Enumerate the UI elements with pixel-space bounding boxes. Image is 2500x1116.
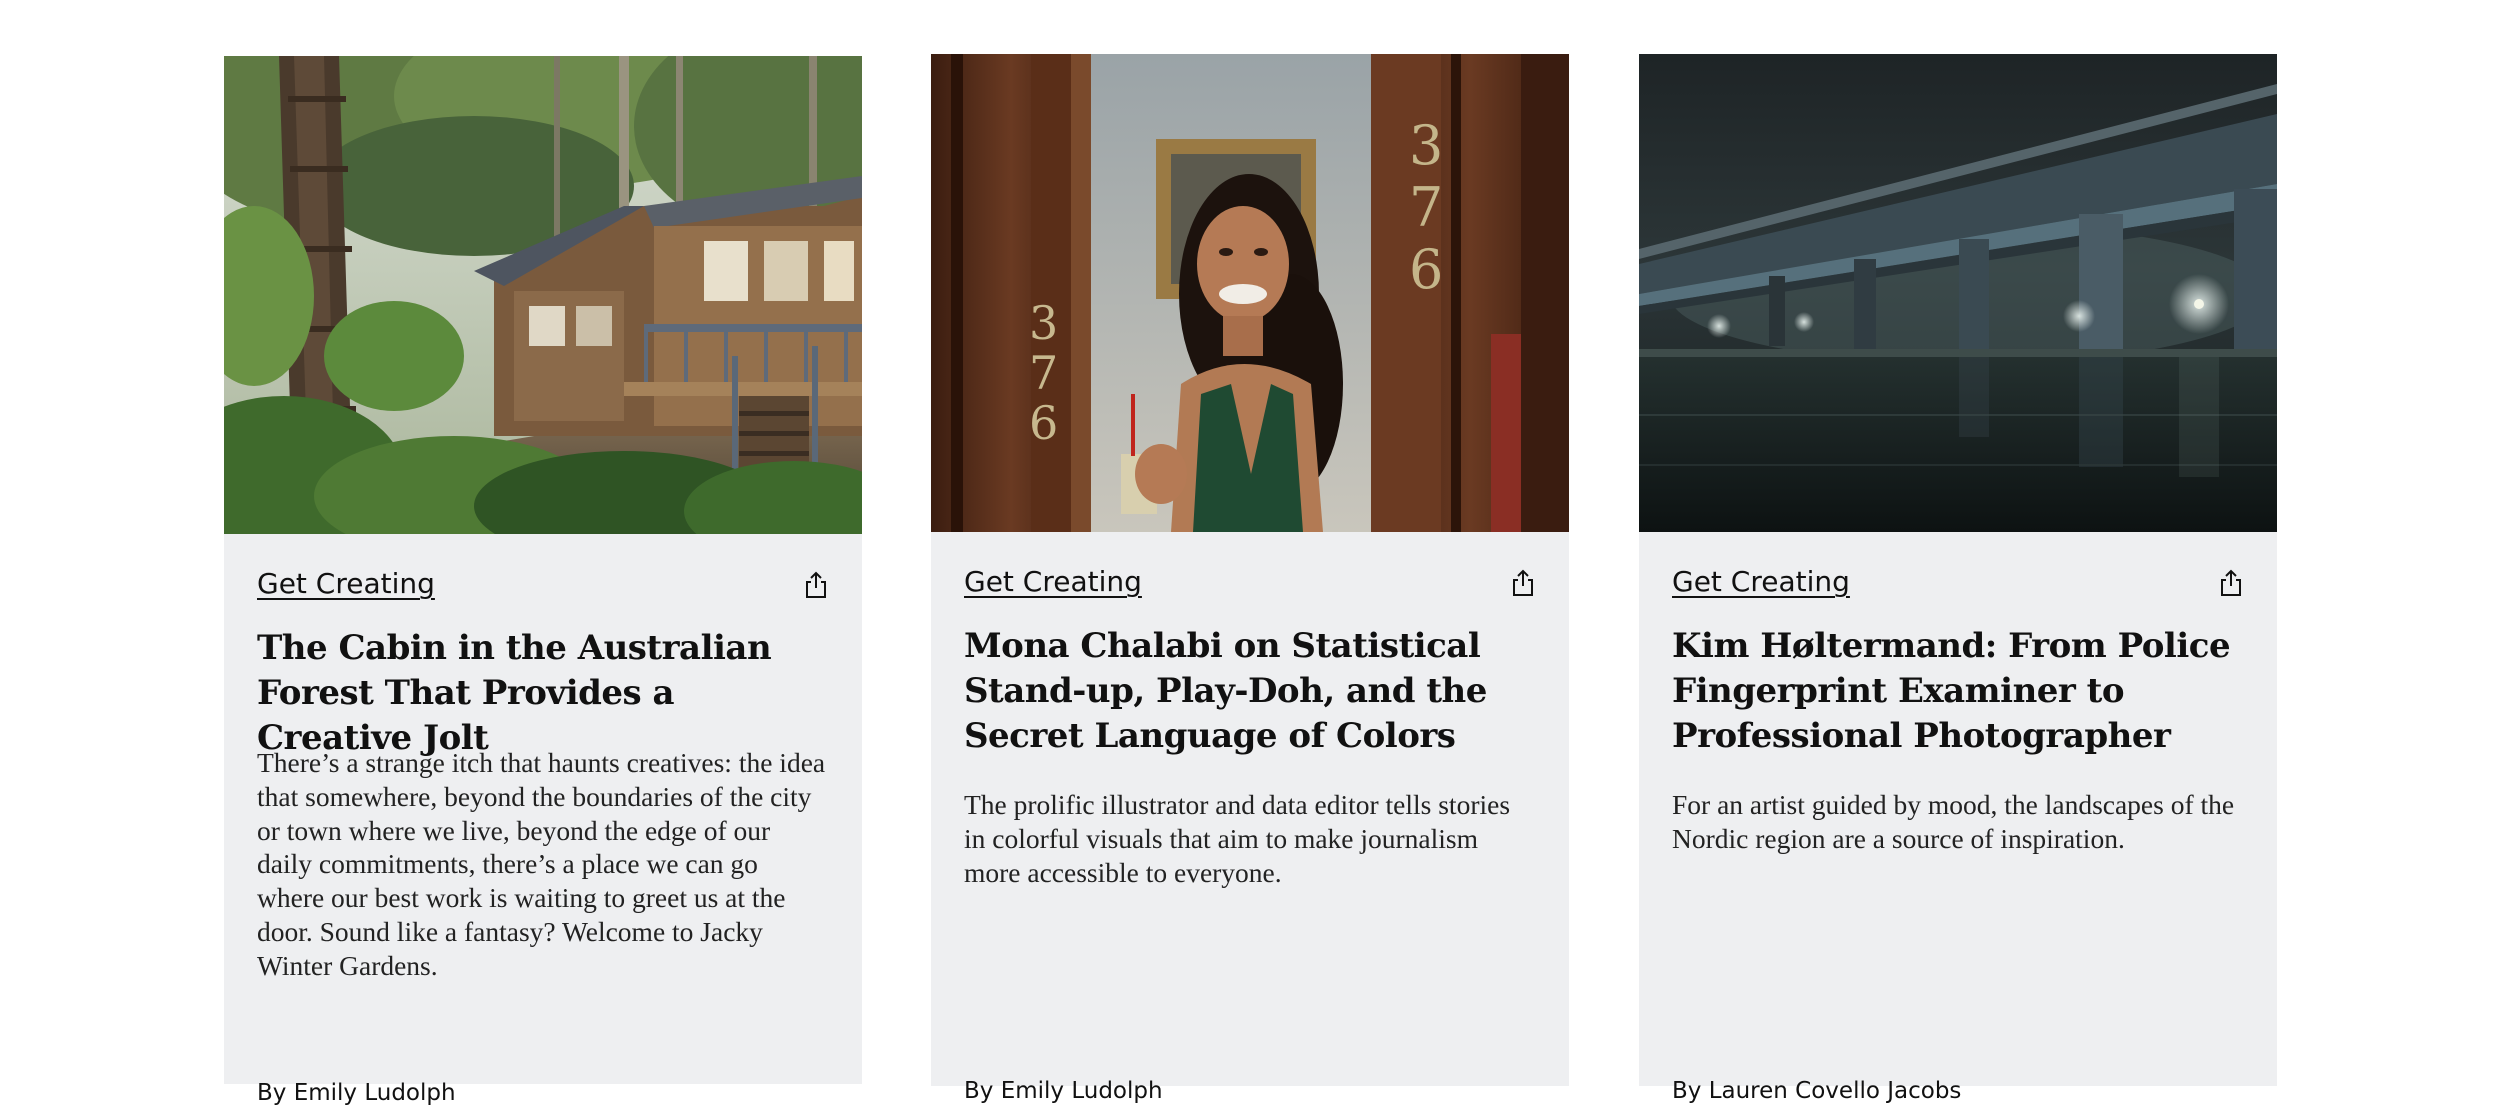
article-summary: The prolific illustrator and data editor… bbox=[964, 789, 1511, 888]
share-icon bbox=[806, 571, 826, 598]
article-title[interactable]: The Cabin in the Australian Forest That … bbox=[257, 626, 831, 761]
article-image-bridge[interactable] bbox=[1639, 54, 2277, 532]
share-icon bbox=[1513, 569, 1533, 596]
article-card[interactable]: Get Creating Kim Høltermand: From Police… bbox=[1639, 54, 2277, 1104]
article-byline: By Emily Ludolph bbox=[257, 1080, 456, 1106]
article-summary: There’s a strange itch that haunts creat… bbox=[257, 747, 826, 981]
article-card[interactable]: Get Creating The Cabin in the Australian… bbox=[224, 56, 862, 1106]
share-button[interactable] bbox=[2216, 568, 2246, 598]
article-title[interactable]: Mona Chalabi on Statistical Stand-up, Pl… bbox=[964, 624, 1538, 759]
share-button[interactable] bbox=[1508, 568, 1538, 598]
article-byline: By Emily Ludolph bbox=[964, 1078, 1163, 1104]
card-content: Get Creating Kim Høltermand: From Police… bbox=[1672, 532, 2246, 1104]
article-summary: For an artist guided by mood, the landsc… bbox=[1672, 789, 2235, 854]
category-link[interactable]: Get Creating bbox=[964, 564, 1142, 600]
card-content: Get Creating The Cabin in the Australian… bbox=[257, 534, 831, 1106]
article-byline: By Lauren Covello Jacobs bbox=[1672, 1078, 1962, 1104]
door-number-digit: 7 bbox=[1409, 176, 1443, 239]
door-number-digit: 6 bbox=[1409, 238, 1443, 301]
share-icon bbox=[2221, 569, 2241, 596]
cabin-forest-photo bbox=[224, 56, 862, 534]
door-number-digit: 6 bbox=[1029, 396, 1058, 450]
bridge-night-photo bbox=[1639, 54, 2277, 532]
article-card[interactable]: 3 7 6 3 7 6 Get Creating Mona Chalabi on… bbox=[931, 54, 1569, 1104]
share-button[interactable] bbox=[801, 570, 831, 600]
article-card-grid: Get Creating The Cabin in the Australian… bbox=[224, 54, 2277, 1106]
category-link[interactable]: Get Creating bbox=[1672, 564, 1850, 600]
door-number-digit: 3 bbox=[1029, 296, 1058, 350]
article-image-cabin[interactable] bbox=[224, 56, 862, 534]
card-content: Get Creating Mona Chalabi on Statistical… bbox=[964, 532, 1538, 1104]
door-number-digit: 3 bbox=[1409, 114, 1443, 177]
category-link[interactable]: Get Creating bbox=[257, 566, 435, 602]
door-number-digit: 7 bbox=[1029, 346, 1058, 400]
article-image-portrait[interactable]: 3 7 6 3 7 6 bbox=[931, 54, 1569, 532]
article-title[interactable]: Kim Høltermand: From Police Fingerprint … bbox=[1672, 624, 2246, 759]
woman-doorway-photo: 3 7 6 3 7 6 bbox=[931, 54, 1569, 532]
